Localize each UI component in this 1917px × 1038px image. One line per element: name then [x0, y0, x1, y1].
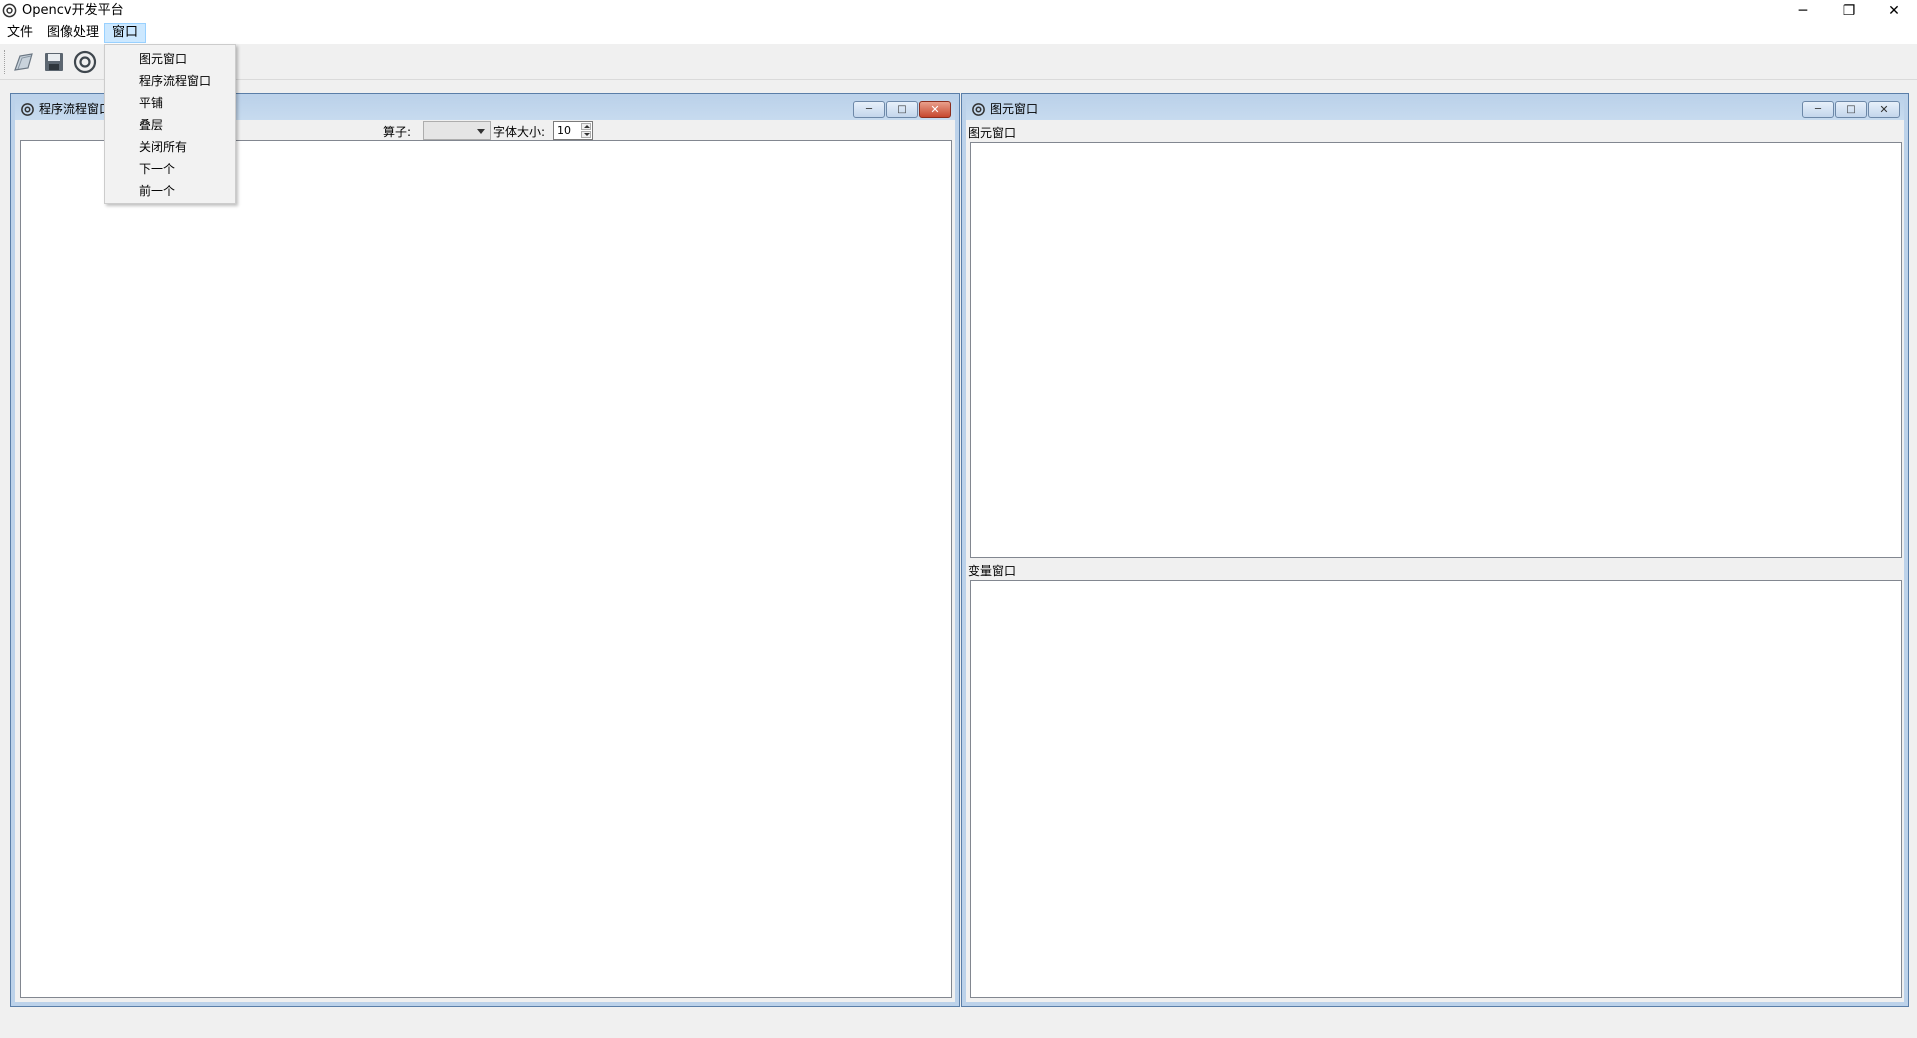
open-button[interactable] — [10, 48, 38, 76]
menu-item-program-flow-window[interactable]: 程序流程窗口 — [107, 70, 233, 92]
maximize-icon: □ — [1846, 103, 1856, 115]
menu-bar: 文件 图像处理 窗口 — [0, 22, 1917, 44]
close-button[interactable]: ✕ — [1871, 0, 1917, 22]
minimize-icon: ─ — [865, 103, 873, 115]
primitive-maximize-button[interactable]: □ — [1835, 101, 1867, 118]
window-dropdown-menu: 图元窗口 程序流程窗口 平铺 叠层 关闭所有 下一个 前一个 — [104, 44, 236, 204]
flow-close-button[interactable]: ✕ — [919, 101, 951, 118]
primitive-window-titlebar[interactable]: 图元窗口 ─ □ ✕ — [966, 98, 1904, 120]
menu-item-next[interactable]: 下一个 — [107, 158, 233, 180]
arrow-up-icon — [584, 125, 590, 128]
font-size-label: 字体大小: — [493, 125, 546, 139]
flow-canvas[interactable] — [20, 140, 952, 998]
menu-item-tile[interactable]: 平铺 — [107, 92, 233, 114]
maximize-icon: □ — [897, 103, 907, 115]
run-icon — [73, 50, 97, 74]
menu-item-close-all[interactable]: 关闭所有 — [107, 136, 233, 158]
primitive-panel[interactable] — [970, 142, 1902, 558]
primitive-minimize-button[interactable]: ─ — [1802, 101, 1834, 118]
toolbar — [0, 44, 1917, 80]
primitive-close-button[interactable]: ✕ — [1868, 101, 1900, 118]
spin-up-button[interactable] — [581, 123, 591, 130]
minimize-icon: ─ — [1814, 103, 1822, 115]
menu-image-processing[interactable]: 图像处理 — [40, 23, 106, 43]
app-logo-icon — [2, 3, 17, 18]
open-icon — [14, 53, 33, 71]
primitive-window-title: 图元窗口 — [990, 102, 1039, 116]
operator-combobox[interactable] — [423, 121, 491, 140]
status-bar — [0, 1010, 1917, 1038]
menu-file[interactable]: 文件 — [0, 23, 40, 43]
window-logo-icon — [972, 103, 985, 116]
operator-label: 算子: — [383, 125, 412, 139]
font-size-spinbox[interactable]: 10 — [553, 121, 593, 140]
toolbar-grip[interactable] — [4, 50, 7, 74]
font-size-value: 10 — [557, 124, 571, 137]
variable-panel[interactable] — [970, 580, 1902, 998]
restore-icon: ❐ — [1842, 3, 1856, 19]
flow-minimize-button[interactable]: ─ — [853, 101, 885, 118]
minimize-icon: ─ — [1798, 3, 1808, 19]
minimize-button[interactable]: ─ — [1780, 0, 1826, 22]
title-bar: Opencv开发平台 ─ ❐ ✕ — [0, 0, 1917, 22]
variable-panel-label: 变量窗口 — [968, 564, 1017, 578]
restore-button[interactable]: ❐ — [1826, 0, 1872, 22]
save-button[interactable] — [40, 48, 68, 76]
save-icon — [45, 53, 63, 71]
spin-down-button[interactable] — [581, 131, 591, 138]
chevron-down-icon — [477, 129, 485, 134]
close-icon: ✕ — [930, 102, 940, 116]
window-logo-icon — [21, 103, 34, 116]
arrow-down-icon — [584, 133, 590, 136]
primitive-panel-label: 图元窗口 — [968, 126, 1017, 140]
menu-window[interactable]: 窗口 — [104, 23, 147, 43]
menu-item-primitive-window[interactable]: 图元窗口 — [107, 48, 233, 70]
close-icon: ✕ — [1888, 3, 1900, 19]
close-icon: ✕ — [1879, 102, 1889, 116]
menu-item-previous[interactable]: 前一个 — [107, 180, 233, 202]
app-title: Opencv开发平台 — [22, 3, 124, 18]
flow-maximize-button[interactable]: □ — [886, 101, 918, 118]
menu-item-cascade[interactable]: 叠层 — [107, 114, 233, 136]
primitive-window[interactable]: 图元窗口 ─ □ ✕ 图元窗口 变量窗口 — [961, 93, 1909, 1007]
program-flow-window[interactable]: 程序流程窗口 ─ □ ✕ 算子: 字体大小: 10 — [10, 93, 960, 1007]
run-button[interactable] — [71, 48, 99, 76]
program-flow-window-title: 程序流程窗口 — [39, 102, 112, 116]
